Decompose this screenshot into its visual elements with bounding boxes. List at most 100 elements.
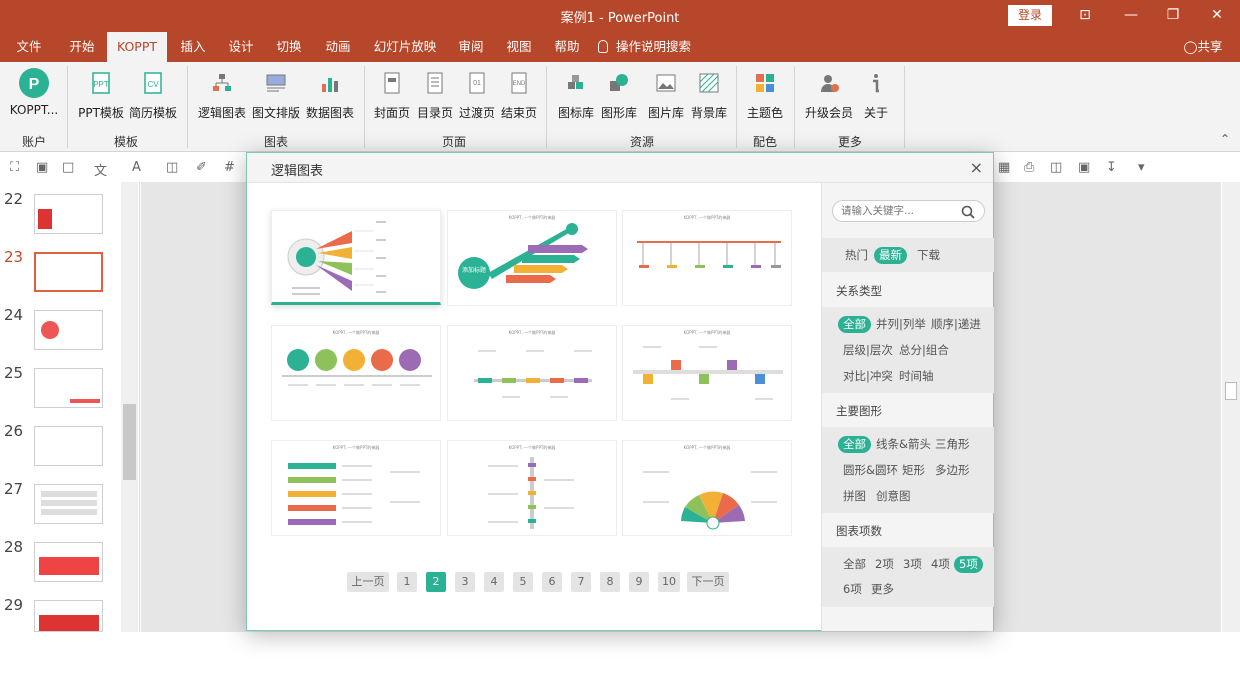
crop-icon[interactable]: ▣ xyxy=(1078,160,1090,175)
tell-me-search[interactable]: 操作说明搜索 xyxy=(598,32,708,62)
slide-thumbnail[interactable] xyxy=(34,252,103,292)
editor-scrollbar[interactable] xyxy=(1222,182,1240,632)
count-option[interactable]: 4项 xyxy=(926,556,955,573)
icon-library-button[interactable]: 图标库 xyxy=(554,68,598,128)
shape-option[interactable]: 全部 xyxy=(838,436,871,453)
template-card[interactable]: KOPPT, 一个做PPT的神器 xyxy=(447,440,617,536)
text-layout-button[interactable]: 图文排版 xyxy=(250,68,302,128)
toc-page-button[interactable]: 目录页 xyxy=(414,68,456,128)
shape-option[interactable]: 多边形 xyxy=(930,462,975,479)
picture-tool-icon[interactable]: ◫ xyxy=(166,160,178,175)
tab-slideshow[interactable]: 幻灯片放映 xyxy=(368,32,442,62)
page-button-current[interactable]: 2 xyxy=(426,572,446,592)
shape-option[interactable]: 线条&箭头 xyxy=(871,436,936,453)
relation-option[interactable]: 并列|列举 xyxy=(871,316,931,333)
template-card[interactable] xyxy=(271,210,441,305)
dropdown-icon[interactable]: ▾ xyxy=(1138,160,1145,175)
ribbon-display-icon[interactable]: ⊡ xyxy=(1062,0,1108,32)
upgrade-member-button[interactable]: 升级会员 xyxy=(800,68,858,128)
background-library-button[interactable]: 背景库 xyxy=(688,68,730,128)
tab-help[interactable]: 帮助 xyxy=(546,32,588,62)
tab-file[interactable]: 文件 xyxy=(8,32,50,62)
page-button[interactable]: 5 xyxy=(513,572,533,592)
minimize-button[interactable]: — xyxy=(1108,0,1154,32)
page-button[interactable]: 10 xyxy=(658,572,680,592)
page-button[interactable]: 8 xyxy=(600,572,620,592)
align-icon[interactable]: ▣ xyxy=(36,160,48,175)
tab-design[interactable]: 设计 xyxy=(220,32,262,62)
template-card[interactable]: KOPPT, 一个做PPT的神器 xyxy=(622,325,792,421)
slide-thumbnail[interactable] xyxy=(34,194,103,234)
theme-color-button[interactable]: 主题色 xyxy=(744,68,786,128)
page-button[interactable]: 3 xyxy=(455,572,475,592)
shape-option[interactable]: 三角形 xyxy=(930,436,975,453)
page-button[interactable]: 7 xyxy=(571,572,591,592)
relation-option[interactable]: 总分|组合 xyxy=(894,342,954,359)
count-option[interactable]: 3项 xyxy=(898,556,927,573)
collapse-ribbon-icon[interactable]: ⌃ xyxy=(1220,132,1230,146)
tab-home[interactable]: 开始 xyxy=(60,32,104,62)
count-option[interactable]: 5项 xyxy=(954,556,983,573)
share-button[interactable]: ◯共享 xyxy=(1178,32,1228,62)
shape-option[interactable]: 拼图 xyxy=(838,488,871,505)
restore-button[interactable]: ❐ xyxy=(1150,0,1196,32)
next-page-button[interactable]: 下一页 xyxy=(687,572,729,592)
shape-option[interactable]: 圆形&圆环 xyxy=(838,462,903,479)
close-button[interactable]: ✕ xyxy=(1194,0,1240,32)
page-button[interactable]: 9 xyxy=(629,572,649,592)
sort-latest[interactable]: 最新 xyxy=(874,247,907,264)
sort-hot[interactable]: 热门 xyxy=(840,247,873,264)
ppt-template-button[interactable]: PPT PPT模板 xyxy=(76,68,126,128)
data-chart-button[interactable]: 数据图表 xyxy=(304,68,356,128)
transition-page-button[interactable]: 01 过渡页 xyxy=(456,68,498,128)
slide-thumbnail[interactable] xyxy=(34,484,103,524)
slide-thumbnail[interactable] xyxy=(34,310,103,350)
relation-option[interactable]: 时间轴 xyxy=(894,368,939,385)
shape-option[interactable]: 矩形 xyxy=(897,462,930,479)
count-option[interactable]: 全部 xyxy=(838,556,871,573)
cover-page-button[interactable]: 封面页 xyxy=(370,68,414,128)
search-icon[interactable] xyxy=(961,205,975,219)
font-color-icon[interactable]: A xyxy=(132,160,141,175)
tab-view[interactable]: 视图 xyxy=(498,32,540,62)
text-wrap-icon[interactable]: 文 xyxy=(94,160,107,179)
slide-thumbnail[interactable] xyxy=(34,368,103,408)
lock-icon[interactable]: ⛶ xyxy=(10,160,19,175)
relation-option[interactable]: 对比|冲突 xyxy=(838,368,898,385)
end-page-button[interactable]: END 结束页 xyxy=(498,68,540,128)
about-button[interactable]: 关于 xyxy=(858,68,894,128)
picture-icon[interactable]: ◫ xyxy=(1050,160,1062,175)
shape-library-button[interactable]: 图形库 xyxy=(598,68,640,128)
search-input[interactable] xyxy=(841,203,959,219)
layout-icon[interactable]: ▦ xyxy=(998,160,1010,175)
download-icon[interactable]: ↧ xyxy=(1106,160,1117,175)
count-option[interactable]: 2项 xyxy=(870,556,899,573)
count-option[interactable]: 6项 xyxy=(838,581,867,598)
print-icon[interactable]: ⎙ xyxy=(1024,160,1034,175)
relation-option[interactable]: 顺序|递进 xyxy=(926,316,986,333)
template-card[interactable]: KOPPT, 一个做PPT的神器 xyxy=(271,325,441,421)
template-card[interactable]: KOPPT, 一个做PPT的神器 xyxy=(622,440,792,536)
slide-thumbnail[interactable] xyxy=(34,426,103,466)
textbox-icon[interactable]: □ xyxy=(62,160,74,175)
template-card[interactable]: KOPPT, 一个做PPT的神器 xyxy=(622,210,792,306)
shape-option[interactable]: 创意图 xyxy=(871,488,916,505)
resume-template-button[interactable]: CV 简历模板 xyxy=(128,68,178,128)
tab-review[interactable]: 审阅 xyxy=(450,32,492,62)
dialog-close-icon[interactable]: × xyxy=(970,158,983,177)
image-library-button[interactable]: 图片库 xyxy=(644,68,688,128)
keyword-search-box[interactable] xyxy=(832,200,985,222)
tab-koppt[interactable]: KOPPT xyxy=(107,32,167,62)
sort-downloads[interactable]: 下载 xyxy=(912,247,945,264)
relation-option[interactable]: 层级|层次 xyxy=(838,342,898,359)
scrollbar-thumb[interactable] xyxy=(123,404,136,480)
relation-option[interactable]: 全部 xyxy=(838,316,871,333)
slide-panel-scrollbar[interactable] xyxy=(121,182,138,632)
tab-insert[interactable]: 插入 xyxy=(172,32,214,62)
scrollbar-thumb[interactable] xyxy=(1225,382,1237,400)
eyedropper-icon[interactable]: ✐ xyxy=(196,160,207,175)
tab-transitions[interactable]: 切换 xyxy=(268,32,310,62)
tab-animations[interactable]: 动画 xyxy=(317,32,359,62)
count-option[interactable]: 更多 xyxy=(866,581,899,598)
page-button[interactable]: 6 xyxy=(542,572,562,592)
